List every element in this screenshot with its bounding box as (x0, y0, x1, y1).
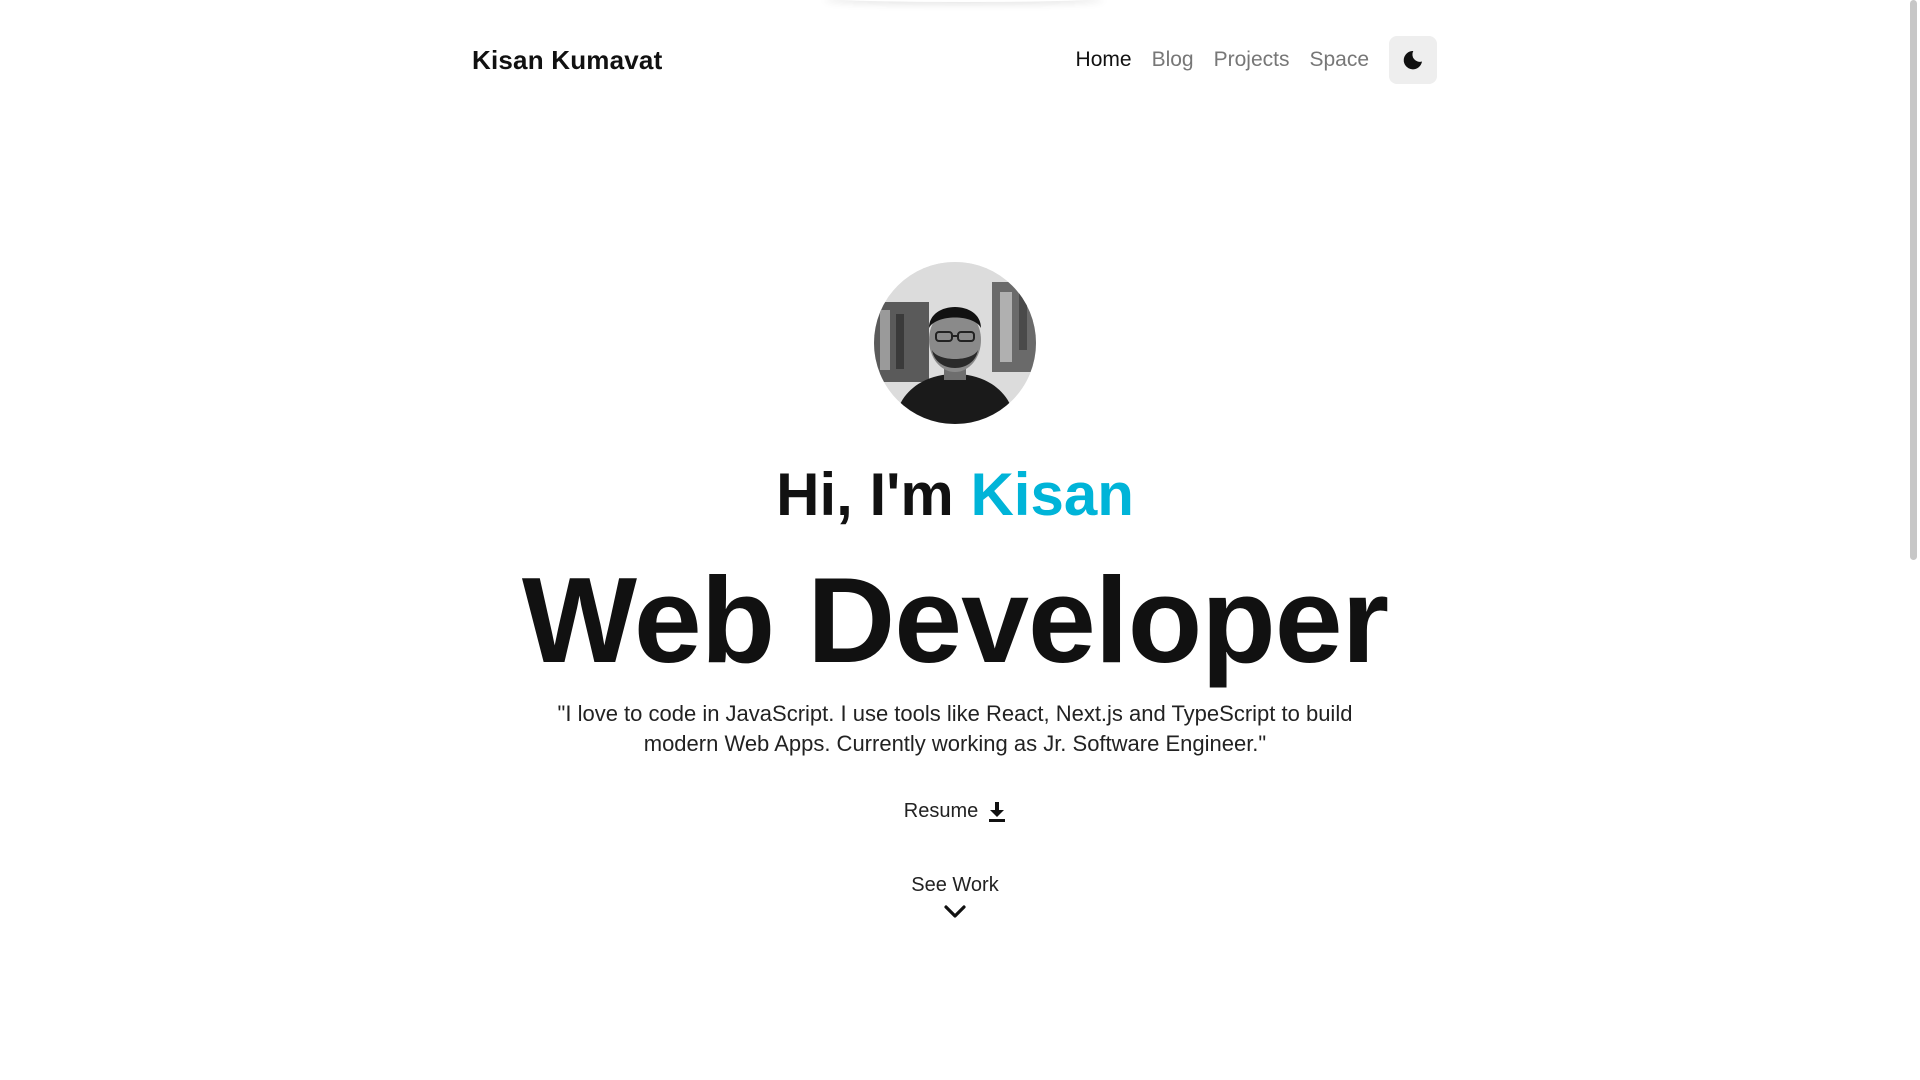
scrollbar-thumb[interactable] (1910, 0, 1917, 560)
resume-row: Resume (0, 800, 1910, 823)
avatar (874, 262, 1036, 424)
nav-space[interactable]: Space (1309, 48, 1369, 72)
download-icon (989, 801, 1006, 822)
nav-home[interactable]: Home (1076, 48, 1132, 72)
chevron-down-icon[interactable] (944, 905, 966, 919)
hero-role-title: Web Developer (521, 552, 1389, 688)
resume-label: Resume (903, 800, 979, 822)
nav-blog[interactable]: Blog (1152, 48, 1194, 72)
greeting-prefix: Hi, I'm (776, 461, 971, 528)
moon-icon (1403, 51, 1422, 70)
top-edge-shadow (824, 0, 1104, 2)
brand-logo-text[interactable]: Kisan Kumavat (472, 45, 662, 76)
resume-download-link[interactable]: Resume (904, 800, 1006, 823)
theme-toggle-button[interactable] (1389, 36, 1437, 84)
see-work: See Work (0, 874, 1910, 919)
navbar: Kisan Kumavat Home Blog Projects Space (472, 36, 1437, 84)
scrollbar[interactable] (1906, 0, 1920, 1080)
greeting-name: Kisan (970, 461, 1134, 528)
profile-photo (874, 262, 1036, 424)
page: Kisan Kumavat Home Blog Projects Space H… (0, 0, 1920, 1080)
hero-bio: "I love to code in JavaScript. I use too… (557, 701, 1353, 756)
nav-projects[interactable]: Projects (1214, 48, 1290, 72)
hero-greeting: Hi, I'm Kisan (0, 455, 1910, 535)
nav-links: Home Blog Projects Space (1056, 36, 1437, 84)
see-work-link[interactable]: See Work (911, 874, 998, 897)
